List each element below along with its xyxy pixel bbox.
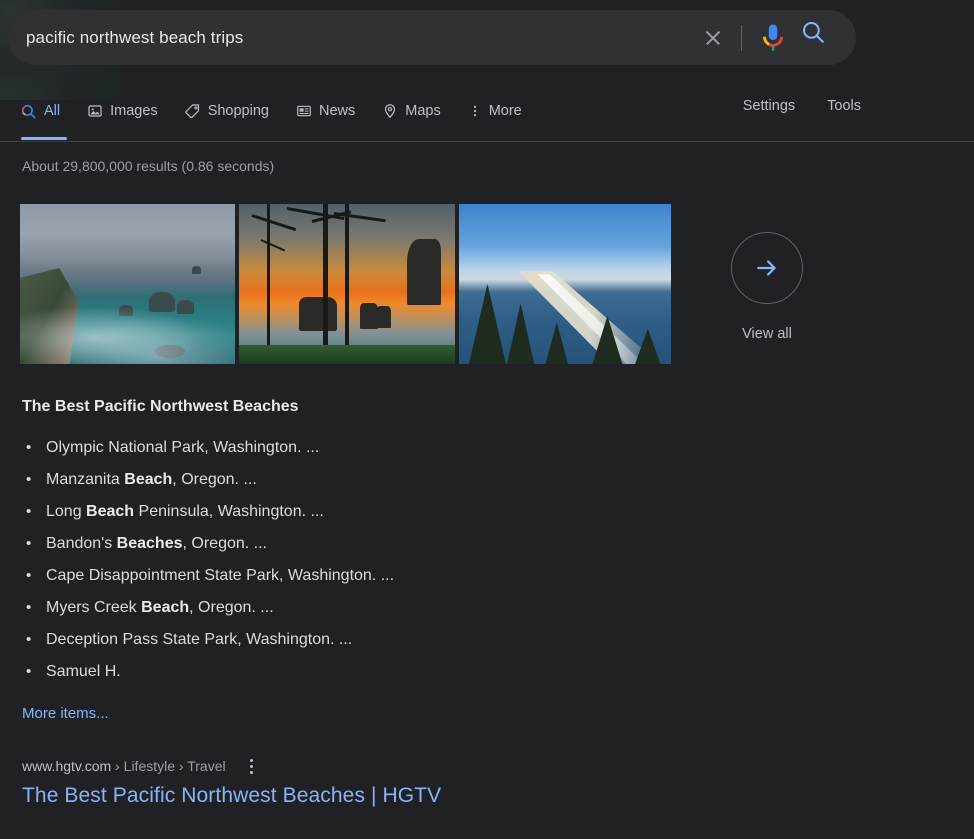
results-count: About 29,800,000 results (0.86 seconds) — [22, 158, 275, 174]
result-title-link[interactable]: The Best Pacific Northwest Beaches | HGT… — [22, 784, 441, 808]
tab-all[interactable]: All — [20, 94, 67, 140]
kebab-menu-icon[interactable] — [244, 757, 260, 775]
tab-maps-label: Maps — [405, 103, 441, 119]
image-result-thumbnail[interactable] — [239, 204, 455, 364]
result-url-row: www.hgtv.com › Lifestyle › Travel — [22, 757, 441, 775]
organic-result: www.hgtv.com › Lifestyle › Travel The Be… — [22, 757, 441, 808]
list-item-text: , Oregon. ... — [182, 535, 267, 552]
image-icon — [88, 105, 102, 117]
list-item: Samuel H. — [26, 656, 394, 688]
list-item: Manzanita Beach, Oregon. ... — [26, 464, 394, 496]
featured-snippet-list: Olympic National Park, Washington. ... Ma… — [22, 432, 394, 688]
tab-more-label: More — [488, 103, 522, 119]
list-item-text: Manzanita — [46, 471, 125, 488]
list-item-highlight: Beach — [86, 503, 135, 520]
list-item-text: , Oregon. ... — [172, 471, 257, 488]
image-result-thumbnail[interactable] — [20, 204, 235, 364]
tab-all-label: All — [44, 103, 61, 119]
coastline-photo — [20, 204, 235, 364]
newspaper-icon — [297, 105, 311, 117]
search-nav-tabs: All Images Shopping News Maps More Setti… — [0, 94, 974, 141]
tab-more[interactable]: More — [468, 94, 522, 128]
sunset-beach-photo — [239, 204, 455, 364]
tab-maps[interactable]: Maps — [382, 94, 441, 128]
microphone-icon[interactable] — [756, 19, 790, 57]
list-item-text: Olympic National Park, Washington. ... — [46, 439, 320, 456]
settings-button[interactable]: Settings — [743, 98, 795, 114]
tab-shopping[interactable]: Shopping — [185, 94, 269, 128]
tab-active-indicator — [21, 137, 67, 140]
tag-icon — [185, 104, 199, 119]
list-item: Deception Pass State Park, Washington. .… — [26, 624, 394, 656]
list-item-text: Cape Disappointment State Park, Washingt… — [46, 567, 395, 584]
list-item-text: Myers Creek — [46, 599, 142, 616]
featured-snippet-heading: The Best Pacific Northwest Beaches — [22, 398, 299, 415]
result-breadcrumb[interactable]: www.hgtv.com › Lifestyle › Travel — [22, 758, 226, 774]
list-item-highlight: Beach — [141, 599, 190, 616]
tools-button[interactable]: Tools — [827, 98, 861, 114]
tab-images[interactable]: Images — [87, 94, 158, 128]
search-icon — [21, 104, 36, 119]
list-item-text: Bandon's — [46, 535, 117, 552]
search-icon[interactable] — [800, 19, 840, 57]
view-all-button[interactable]: View all — [727, 232, 807, 342]
list-item-text: Peninsula, Washington. ... — [134, 503, 324, 520]
image-results-strip — [20, 204, 671, 364]
view-all-label: View all — [742, 326, 792, 342]
list-item: Myers Creek Beach, Oregon. ... — [26, 592, 394, 624]
nav-divider — [0, 141, 974, 142]
list-item: Cape Disappointment State Park, Washingt… — [26, 560, 395, 592]
close-icon[interactable] — [693, 18, 733, 58]
list-item-text: , Oregon. ... — [189, 599, 274, 616]
search-header — [0, 0, 974, 100]
map-pin-icon — [385, 104, 396, 119]
divider — [741, 24, 742, 51]
kebab-menu-icon — [473, 105, 476, 117]
search-input[interactable] — [8, 27, 693, 48]
list-item: Long Beach Peninsula, Washington. ... — [26, 496, 394, 528]
nav-right-actions: Settings Tools — [743, 98, 861, 114]
list-item-text: Samuel H. — [46, 663, 121, 680]
list-item-highlight: Beach — [124, 471, 173, 488]
more-items-link[interactable]: More items... — [22, 705, 109, 722]
list-item-highlight: Beaches — [116, 535, 183, 552]
image-result-thumbnail[interactable] — [459, 204, 671, 364]
breadcrumb-path: › Lifestyle › Travel — [115, 758, 226, 774]
list-item: Bandon's Beaches, Oregon. ... — [26, 528, 394, 560]
tab-list: All Images Shopping News Maps More — [20, 94, 549, 140]
aerial-beach-photo — [459, 204, 671, 364]
tab-news[interactable]: News — [296, 94, 355, 128]
list-item: Olympic National Park, Washington. ... — [26, 432, 394, 464]
tab-news-label: News — [318, 103, 356, 119]
result-domain: www.hgtv.com — [22, 758, 112, 774]
list-item-text: Deception Pass State Park, Washington. .… — [46, 631, 353, 648]
list-item-text: Long — [46, 503, 87, 520]
tab-shopping-label: Shopping — [207, 103, 269, 119]
search-bar[interactable] — [8, 10, 856, 65]
tab-images-label: Images — [110, 103, 158, 119]
arrow-right-icon[interactable] — [731, 232, 803, 304]
